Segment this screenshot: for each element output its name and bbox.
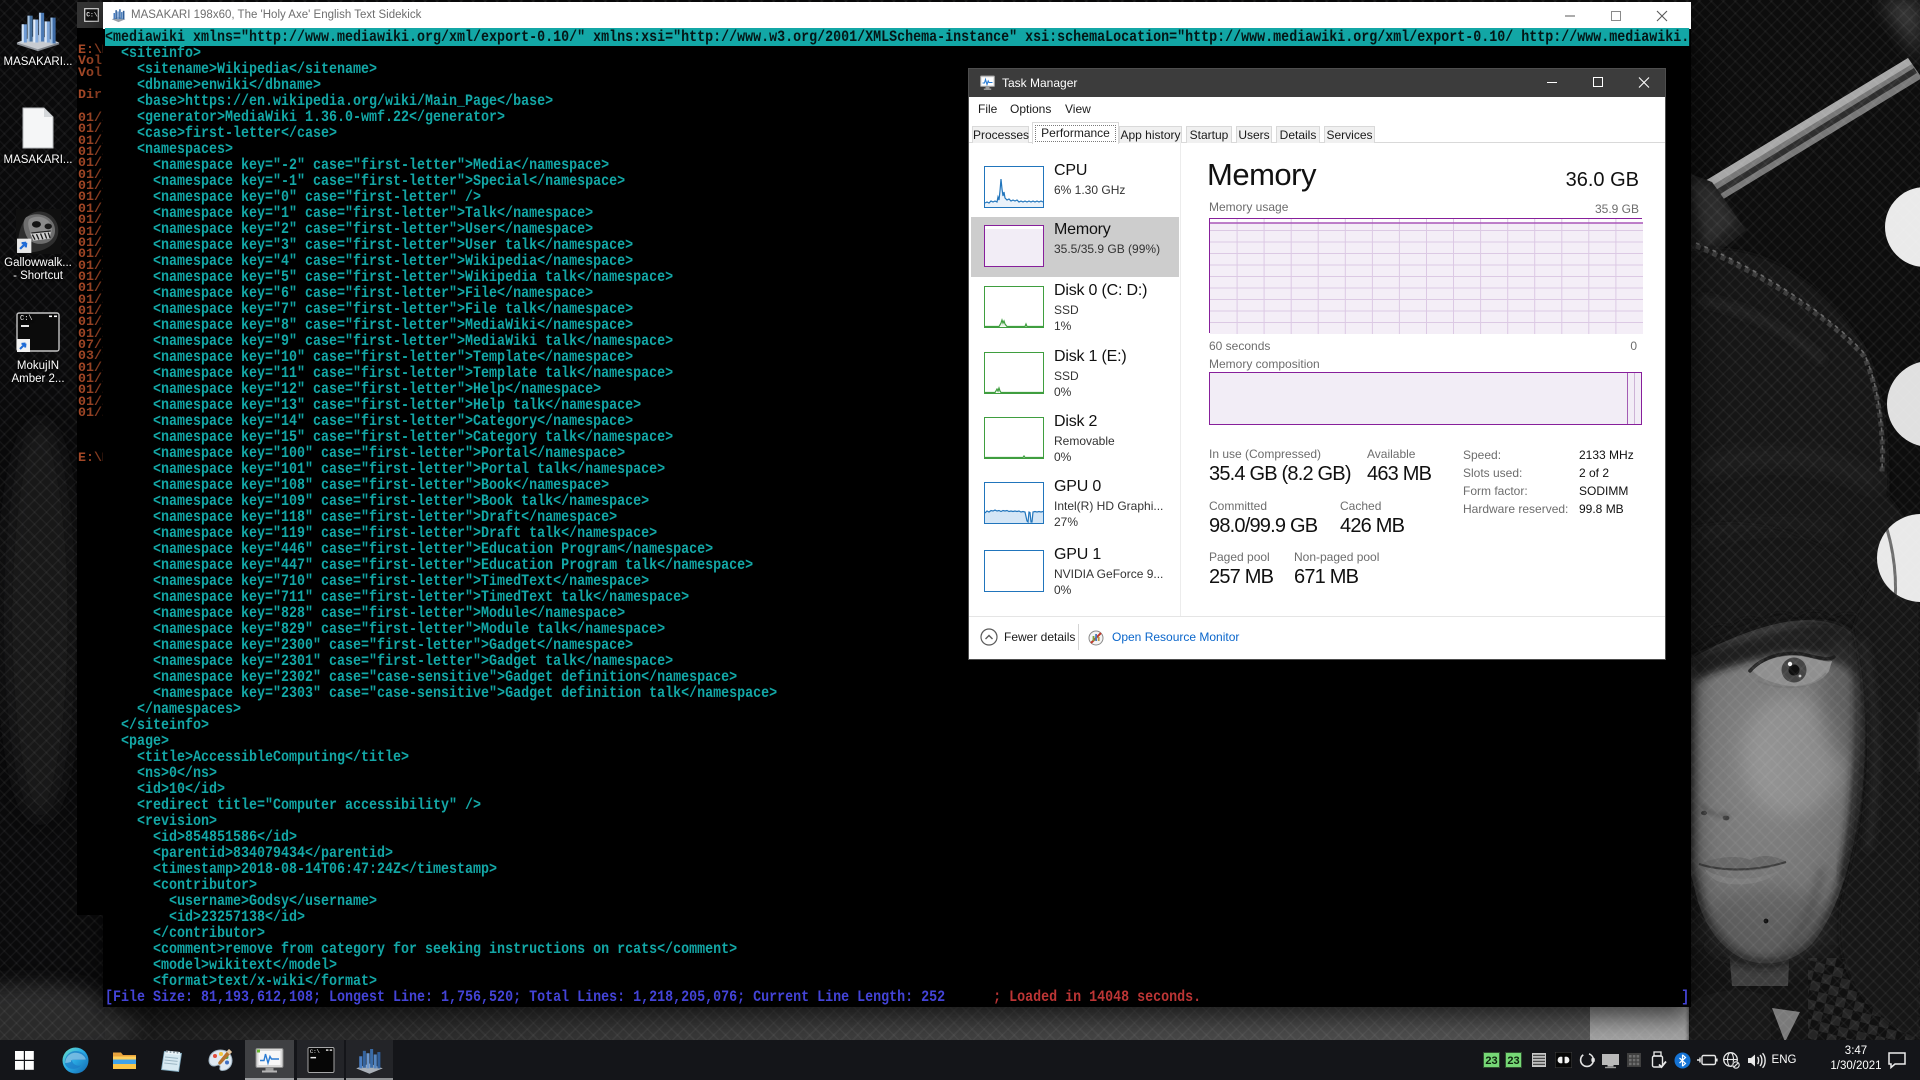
svg-text:23: 23: [1485, 1055, 1497, 1067]
svg-text:C:\.: C:\.: [86, 12, 99, 19]
svg-text:C:\: C:\: [20, 315, 33, 323]
svg-text:C:\: C:\: [309, 1048, 320, 1055]
svg-text:23: 23: [1507, 1055, 1519, 1067]
